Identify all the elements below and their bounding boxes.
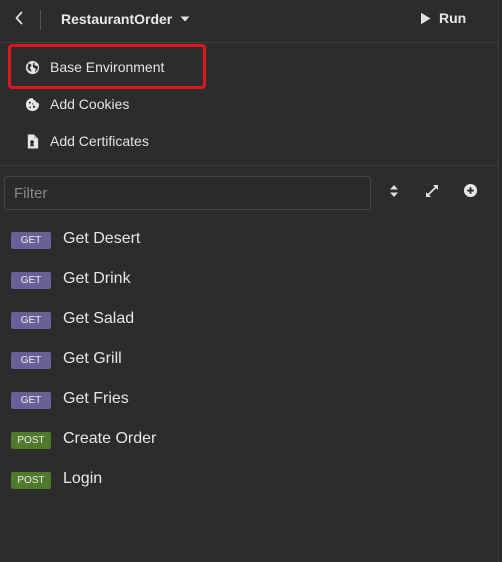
method-badge: GET [11, 352, 51, 369]
request-item[interactable]: GET Get Desert [0, 222, 498, 262]
section-divider [0, 165, 498, 166]
expand-icon [425, 184, 439, 203]
menu-item-label: Base Environment [50, 59, 165, 75]
globe-icon [24, 59, 40, 75]
chevron-left-icon [14, 11, 24, 30]
header-divider [40, 10, 41, 30]
menu-item-add-certificates[interactable]: Add Certificates [24, 130, 149, 152]
method-badge: GET [11, 312, 51, 329]
certificate-file-icon [24, 133, 40, 149]
app-window: RestaurantOrder Run Base Environment Add… [0, 0, 502, 562]
expand-button[interactable] [421, 182, 443, 204]
request-item[interactable]: POST Login [0, 462, 498, 502]
request-name: Create Order [63, 430, 157, 447]
play-icon [420, 12, 431, 25]
add-icon [463, 183, 478, 203]
cookie-icon [24, 96, 40, 112]
request-item[interactable]: GET Get Fries [0, 382, 498, 422]
menu-item-label: Add Cookies [50, 96, 130, 112]
run-button[interactable]: Run [420, 10, 466, 26]
request-item[interactable]: GET Get Drink [0, 262, 498, 302]
caret-down-icon [180, 16, 190, 22]
request-item[interactable]: GET Get Salad [0, 302, 498, 342]
request-name: Get Grill [63, 350, 122, 367]
request-name: Login [63, 470, 103, 487]
method-badge: GET [11, 232, 51, 249]
menu-item-base-environment[interactable]: Base Environment [24, 56, 164, 78]
method-badge: GET [11, 392, 51, 409]
project-selector[interactable]: RestaurantOrder [61, 11, 190, 27]
filter-input[interactable] [4, 176, 371, 210]
request-name: Get Salad [63, 310, 135, 327]
menu-item-label: Add Certificates [50, 133, 149, 149]
request-item[interactable]: GET Get Grill [0, 342, 498, 382]
top-header: RestaurantOrder Run [0, 0, 498, 43]
method-badge: POST [11, 472, 51, 489]
run-label: Run [439, 10, 467, 26]
method-badge: POST [11, 432, 51, 449]
sort-icon [389, 184, 399, 203]
request-name: Get Fries [63, 390, 129, 407]
back-button[interactable] [8, 8, 30, 32]
pane-border [498, 0, 502, 562]
add-request-button[interactable] [459, 182, 481, 204]
request-name: Get Drink [63, 270, 131, 287]
project-name: RestaurantOrder [61, 11, 173, 27]
menu-item-add-cookies[interactable]: Add Cookies [24, 93, 129, 115]
sort-button[interactable] [383, 182, 405, 204]
request-item[interactable]: POST Create Order [0, 422, 498, 462]
request-name: Get Desert [63, 230, 141, 247]
method-badge: GET [11, 272, 51, 289]
